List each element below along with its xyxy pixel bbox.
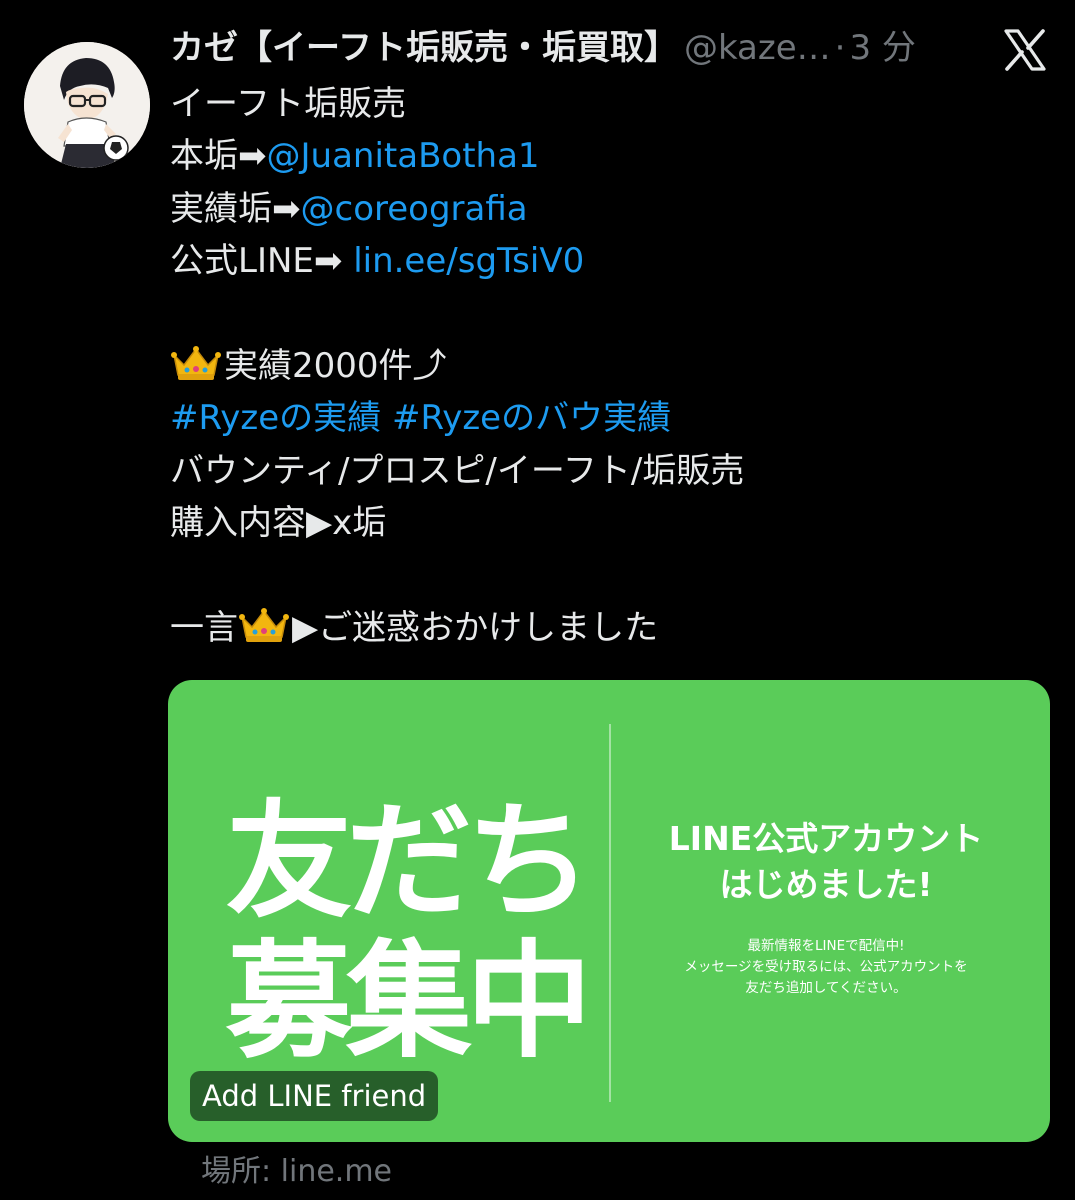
tweet-timestamp[interactable]: 3 分 — [849, 24, 915, 72]
body-line: 公式LINE➡ lin.ee/sgTsiV0 — [170, 235, 1050, 287]
crown-emoji-icon — [238, 605, 290, 645]
card-domain-link[interactable]: 場所: line.me — [201, 1150, 392, 1194]
add-line-friend-button[interactable]: Add LINE friend — [190, 1071, 439, 1121]
hashtag-link[interactable]: #Ryzeのバウ実績 — [392, 398, 671, 438]
card-title-line: はじめました! — [719, 865, 933, 904]
body-text: 実績2000件⤴ — [224, 345, 447, 386]
card-description-line: メッセージを受け取るには、公式アカウントを — [684, 959, 968, 975]
author-avatar[interactable] — [24, 42, 150, 168]
avatar-image — [24, 42, 150, 168]
body-line: 一言 ▶ご迷惑おかけしました — [170, 602, 1050, 654]
header-separator: · — [834, 28, 846, 68]
body-text: 本垢➡ — [170, 136, 267, 177]
body-text: バウンティ/プロスピ/イーフト/垢販売 — [170, 450, 745, 491]
body-line: 実績2000件⤴ — [170, 340, 1050, 392]
author-display-name[interactable]: カゼ【イーフト垢販売・垢買取】 — [170, 24, 678, 72]
body-text: イーフト垢販売 — [170, 84, 406, 124]
body-text: 購入内容▶x垢 — [170, 503, 387, 544]
link-preview-card[interactable]: 友だち 募集中 LINE公式アカウント はじめました! 最新情報をLINEで配信… — [168, 680, 1050, 1142]
card-description-line: 友だち追加してください。 — [745, 980, 907, 996]
author-handle[interactable]: @kaze… — [684, 24, 831, 72]
card-headline-line: 友だち — [226, 788, 592, 935]
mention-link[interactable]: @coreografia — [301, 189, 528, 229]
card-title-line: LINE公式アカウント — [668, 819, 984, 858]
card-description: 最新情報をLINEで配信中! メッセージを受け取るには、公式アカウントを 友だち… — [626, 936, 1026, 999]
card-headline: 友だち 募集中 — [226, 792, 606, 1072]
card-headline-line: 募集中 — [226, 928, 592, 1075]
card-title: LINE公式アカウント はじめました! — [626, 816, 1026, 908]
hashtag-link[interactable]: #Ryzeの実績 — [170, 398, 381, 438]
mention-link[interactable]: @JuanitaBotha1 — [267, 136, 540, 176]
tweet-header: カゼ【イーフト垢販売・垢買取】 @kaze… · 3 分 — [170, 24, 970, 72]
card-description-line: 最新情報をLINEで配信中! — [747, 938, 905, 954]
body-line: 購入内容▶x垢 — [170, 497, 1050, 549]
body-text: ▶ご迷惑おかけしました — [292, 607, 659, 648]
tweet-body: イーフト垢販売 本垢➡@JuanitaBotha1 実績垢➡@coreograf… — [170, 78, 1050, 654]
crown-emoji-icon — [170, 343, 222, 383]
card-divider — [609, 724, 611, 1102]
url-link[interactable]: lin.ee/sgTsiV0 — [353, 241, 584, 281]
body-text: 公式LINE➡ — [170, 241, 354, 282]
body-line: #Ryzeの実績 #Ryzeのバウ実績 — [170, 392, 1050, 444]
body-line: 本垢➡@JuanitaBotha1 — [170, 130, 1050, 182]
body-text: 実績垢➡ — [170, 188, 301, 229]
x-logo-icon[interactable] — [1003, 28, 1047, 72]
body-line: 実績垢➡@coreografia — [170, 183, 1050, 235]
body-line: イーフト垢販売 — [170, 78, 1050, 130]
body-text: 一言 — [170, 607, 238, 648]
body-line: バウンティ/プロスピ/イーフト/垢販売 — [170, 445, 1050, 497]
